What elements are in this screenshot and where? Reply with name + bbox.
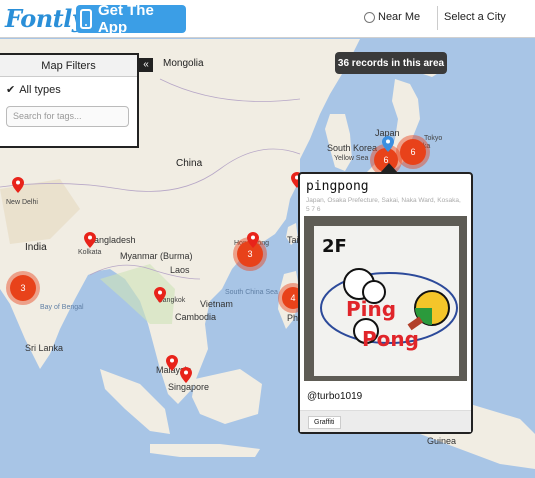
checkmark-icon: ✔ <box>6 84 16 96</box>
fontly-logo[interactable]: Fontly <box>5 4 86 33</box>
map-label-sri-lanka: Sri Lanka <box>25 343 64 353</box>
map-label-china: China <box>176 158 203 169</box>
near-me-radio[interactable]: Near Me <box>364 11 420 23</box>
map-filters-title: Map Filters <box>0 55 137 77</box>
map-label-mongolia: Mongolia <box>163 58 204 69</box>
popup-footer: Graffiti <box>300 410 471 432</box>
phone-icon <box>80 9 92 29</box>
map-pin-icon[interactable] <box>84 232 96 248</box>
map-filters-panel: Map Filters ✔ All types Search for tags.… <box>0 53 139 148</box>
map-label-laos: Laos <box>170 265 190 275</box>
collapse-panel-icon[interactable]: « <box>139 58 153 72</box>
tag-chip-graffiti[interactable]: Graffiti <box>308 416 341 429</box>
map-label-south-korea: South Korea <box>327 143 378 153</box>
all-types-checkbox[interactable]: ✔ All types <box>0 77 137 102</box>
map-label-bay-of-bengal: Bay of Bengal <box>40 304 84 311</box>
all-types-label: All types <box>19 83 61 96</box>
map-label-kolkata: Kolkata <box>78 249 102 256</box>
map-pin-icon[interactable] <box>247 232 259 248</box>
svg-text:Pong: Pong <box>362 327 419 351</box>
popup-photo[interactable]: 2F Ping Pong <box>304 216 467 381</box>
map-pin-icon[interactable] <box>166 355 178 371</box>
popup-title[interactable]: pingpong <box>300 174 471 194</box>
map-label-myanmar: Myanmar (Burma) <box>120 251 193 261</box>
map-label-india: India <box>25 242 47 253</box>
map-label-new-delhi: New Delhi <box>6 199 38 206</box>
cluster-marker[interactable]: 3 <box>10 275 36 301</box>
map-pin-icon[interactable] <box>12 177 24 193</box>
map-label-vietnam: Vietnam <box>200 299 233 309</box>
radio-circle-icon <box>364 11 375 23</box>
map-pin-icon[interactable] <box>180 367 192 383</box>
map-label-cambodia: Cambodia <box>175 312 217 322</box>
map-label-tokyo: Tokyo <box>424 135 443 142</box>
map-label-south-china-sea: South China Sea <box>225 289 278 296</box>
map-label-guinea: Guinea <box>427 436 457 446</box>
cluster-marker[interactable]: 6 <box>400 139 426 165</box>
near-me-label: Near Me <box>378 11 421 23</box>
map-pin-icon[interactable] <box>382 136 394 152</box>
svg-text:Ping: Ping <box>346 297 396 321</box>
get-the-app-label: Get The App <box>97 2 154 36</box>
svg-text:2F: 2F <box>322 236 347 257</box>
map-label-yellow-sea: Yellow Sea <box>334 155 369 162</box>
tag-search-input[interactable]: Search for tags... <box>6 106 129 127</box>
popup-address: Japan, Osaka Prefecture, Sakai, Naka War… <box>306 197 461 213</box>
map-pin-icon[interactable] <box>154 287 166 303</box>
record-popup: pingpong Japan, Osaka Prefecture, Sakai,… <box>298 172 473 434</box>
city-select[interactable]: Select a City <box>437 6 535 30</box>
get-the-app-button[interactable]: Get The App <box>76 2 186 36</box>
map-label-singapore: Singapore <box>168 382 210 392</box>
top-bar: Fontly Get The App Near Me Select a City <box>0 0 535 38</box>
records-count-badge: 36 records in this area <box>335 52 447 74</box>
popup-username[interactable]: @turbo1019 <box>307 391 362 402</box>
